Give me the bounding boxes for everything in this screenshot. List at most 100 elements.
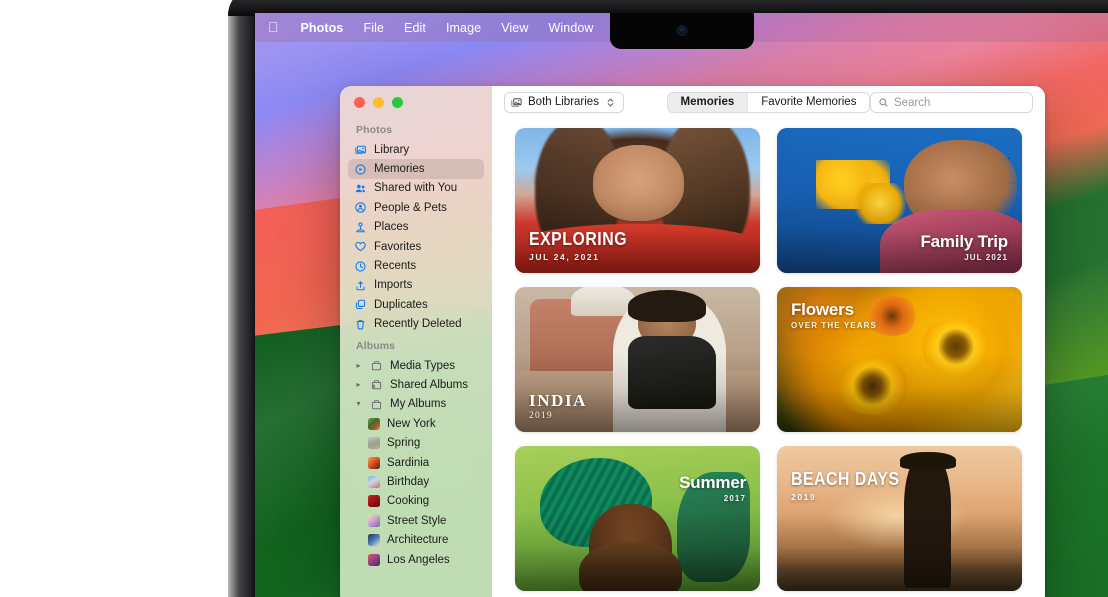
memories-icon [354, 163, 367, 176]
folder-icon [370, 398, 383, 411]
sidebar-item-label: Cooking [387, 495, 429, 507]
laptop-screen:  Photos File Edit Image View Window Hel… [255, 13, 1108, 597]
memory-title: Summer [679, 474, 746, 492]
memory-card-summer[interactable]: Summer 2017 [515, 446, 760, 591]
album-thumbnail [368, 534, 380, 546]
album-thumbnail [368, 418, 380, 430]
memory-subtitle: 2017 [679, 494, 746, 503]
sidebar-item-library[interactable]: Library [348, 140, 484, 159]
memory-title: Flowers [791, 301, 877, 319]
menu-item-window[interactable]: Window [539, 21, 604, 35]
memory-title: EXPLORING [529, 230, 627, 249]
sidebar-item-label: Memories [374, 163, 424, 175]
sidebar-item-my-albums[interactable]: ▾ My Albums [348, 395, 484, 414]
tab-memories[interactable]: Memories [668, 93, 748, 112]
menu-item-photos[interactable]: Photos [291, 21, 354, 35]
sidebar-item-recently-deleted[interactable]: Recently Deleted [348, 315, 484, 334]
sidebar-album-los-angeles[interactable]: Los Angeles [348, 550, 484, 569]
shared-with-you-icon [354, 182, 367, 195]
sidebar-item-label: Birthday [387, 476, 429, 488]
photos-app-window: Photos Library Memories [340, 86, 1045, 597]
sidebar-item-label: Recently Deleted [374, 318, 462, 330]
close-button[interactable] [354, 97, 365, 108]
sidebar-album-cooking[interactable]: Cooking [348, 492, 484, 511]
camera-icon [677, 26, 686, 35]
memories-segmented-control[interactable]: Memories Favorite Memories [667, 92, 871, 113]
menu-item-edit[interactable]: Edit [394, 21, 436, 35]
sidebar-album-birthday[interactable]: Birthday [348, 472, 484, 491]
shared-folder-icon [370, 378, 383, 391]
memories-grid: EXPLORING JUL 24, 2021 Family Trip JUL 2… [492, 118, 1045, 597]
sidebar-item-label: People & Pets [374, 202, 447, 214]
album-thumbnail [368, 437, 380, 449]
toolbar: Both Libraries Memories Favorite Memorie… [492, 86, 1045, 118]
up-down-chevron-icon[interactable] [604, 96, 617, 109]
sidebar-item-favorites[interactable]: Favorites [348, 237, 484, 256]
places-pin-icon [354, 221, 367, 234]
memory-photo [515, 446, 760, 591]
menu-item-image[interactable]: Image [436, 21, 491, 35]
sidebar: Photos Library Memories [340, 86, 492, 597]
heart-icon [354, 240, 367, 253]
memory-caption: BEACH DAYS 2019 [791, 470, 914, 502]
chevron-right-icon[interactable]: ▸ [354, 381, 363, 389]
apple-logo-icon[interactable]:  [268, 20, 279, 34]
chevron-down-icon[interactable]: ▾ [354, 400, 363, 408]
bezel-left-highlight [228, 0, 258, 597]
album-thumbnail [368, 495, 380, 507]
sidebar-item-people-pets[interactable]: People & Pets [348, 198, 484, 217]
sidebar-item-label: Places [374, 221, 409, 233]
menu-item-file[interactable]: File [353, 21, 394, 35]
memory-caption: INDIA 2019 [529, 392, 587, 421]
sidebar-album-new-york[interactable]: New York [348, 414, 484, 433]
sidebar-album-sardinia[interactable]: Sardinia [348, 453, 484, 472]
sidebar-section-photos-header: Photos [348, 118, 484, 140]
sidebar-item-label: Favorites [374, 241, 421, 253]
sidebar-item-label: Sardinia [387, 457, 429, 469]
sidebar-item-label: Media Types [390, 360, 455, 372]
photo-stack-icon [510, 96, 523, 109]
sidebar-item-label: Los Angeles [387, 554, 450, 566]
sidebar-item-label: Recents [374, 260, 416, 272]
memory-caption: Flowers OVER THE YEARS [791, 301, 877, 330]
memory-card-family-trip[interactable]: Family Trip JUL 2021 [777, 128, 1022, 273]
memory-subtitle: 2019 [529, 411, 587, 421]
sidebar-album-architecture[interactable]: Architecture [348, 530, 484, 549]
sidebar-item-label: Architecture [387, 534, 448, 546]
sidebar-album-street-style[interactable]: Street Style [348, 511, 484, 530]
sidebar-item-imports[interactable]: Imports [348, 276, 484, 295]
main-content: Both Libraries Memories Favorite Memorie… [492, 86, 1045, 597]
minimize-button[interactable] [373, 97, 384, 108]
clock-icon [354, 260, 367, 273]
import-arrow-icon [354, 279, 367, 292]
sidebar-item-recents[interactable]: Recents [348, 256, 484, 275]
sidebar-item-label: Imports [374, 279, 412, 291]
sidebar-item-label: Street Style [387, 515, 446, 527]
album-thumbnail [368, 457, 380, 469]
tab-favorite-memories[interactable]: Favorite Memories [747, 93, 869, 112]
chevron-right-icon[interactable]: ▸ [354, 362, 363, 370]
memory-card-flowers[interactable]: Flowers OVER THE YEARS [777, 287, 1022, 432]
search-field[interactable]: Search [870, 92, 1033, 113]
zoom-button[interactable] [392, 97, 403, 108]
sidebar-scroll[interactable]: Photos Library Memories [340, 118, 492, 575]
sidebar-item-media-types[interactable]: ▸ Media Types [348, 356, 484, 375]
memory-caption: Summer 2017 [679, 474, 746, 503]
memory-card-india[interactable]: INDIA 2019 [515, 287, 760, 432]
memory-card-beach-days[interactable]: BEACH DAYS 2019 [777, 446, 1022, 591]
sidebar-item-label: Spring [387, 437, 420, 449]
memory-title: Family Trip [920, 233, 1008, 251]
album-thumbnail [368, 515, 380, 527]
library-picker-button[interactable]: Both Libraries [504, 92, 624, 113]
memory-card-exploring[interactable]: EXPLORING JUL 24, 2021 [515, 128, 760, 273]
sidebar-item-shared-with-you[interactable]: Shared with You [348, 179, 484, 198]
sidebar-item-duplicates[interactable]: Duplicates [348, 295, 484, 314]
sidebar-item-memories[interactable]: Memories [348, 159, 484, 178]
menu-item-view[interactable]: View [491, 21, 538, 35]
memory-subtitle: 2019 [791, 492, 914, 502]
sidebar-item-shared-albums[interactable]: ▸ Shared Albums [348, 375, 484, 394]
sidebar-item-places[interactable]: Places [348, 218, 484, 237]
album-thumbnail [368, 476, 380, 488]
window-traffic-lights[interactable] [340, 86, 492, 118]
sidebar-album-spring[interactable]: Spring [348, 433, 484, 452]
